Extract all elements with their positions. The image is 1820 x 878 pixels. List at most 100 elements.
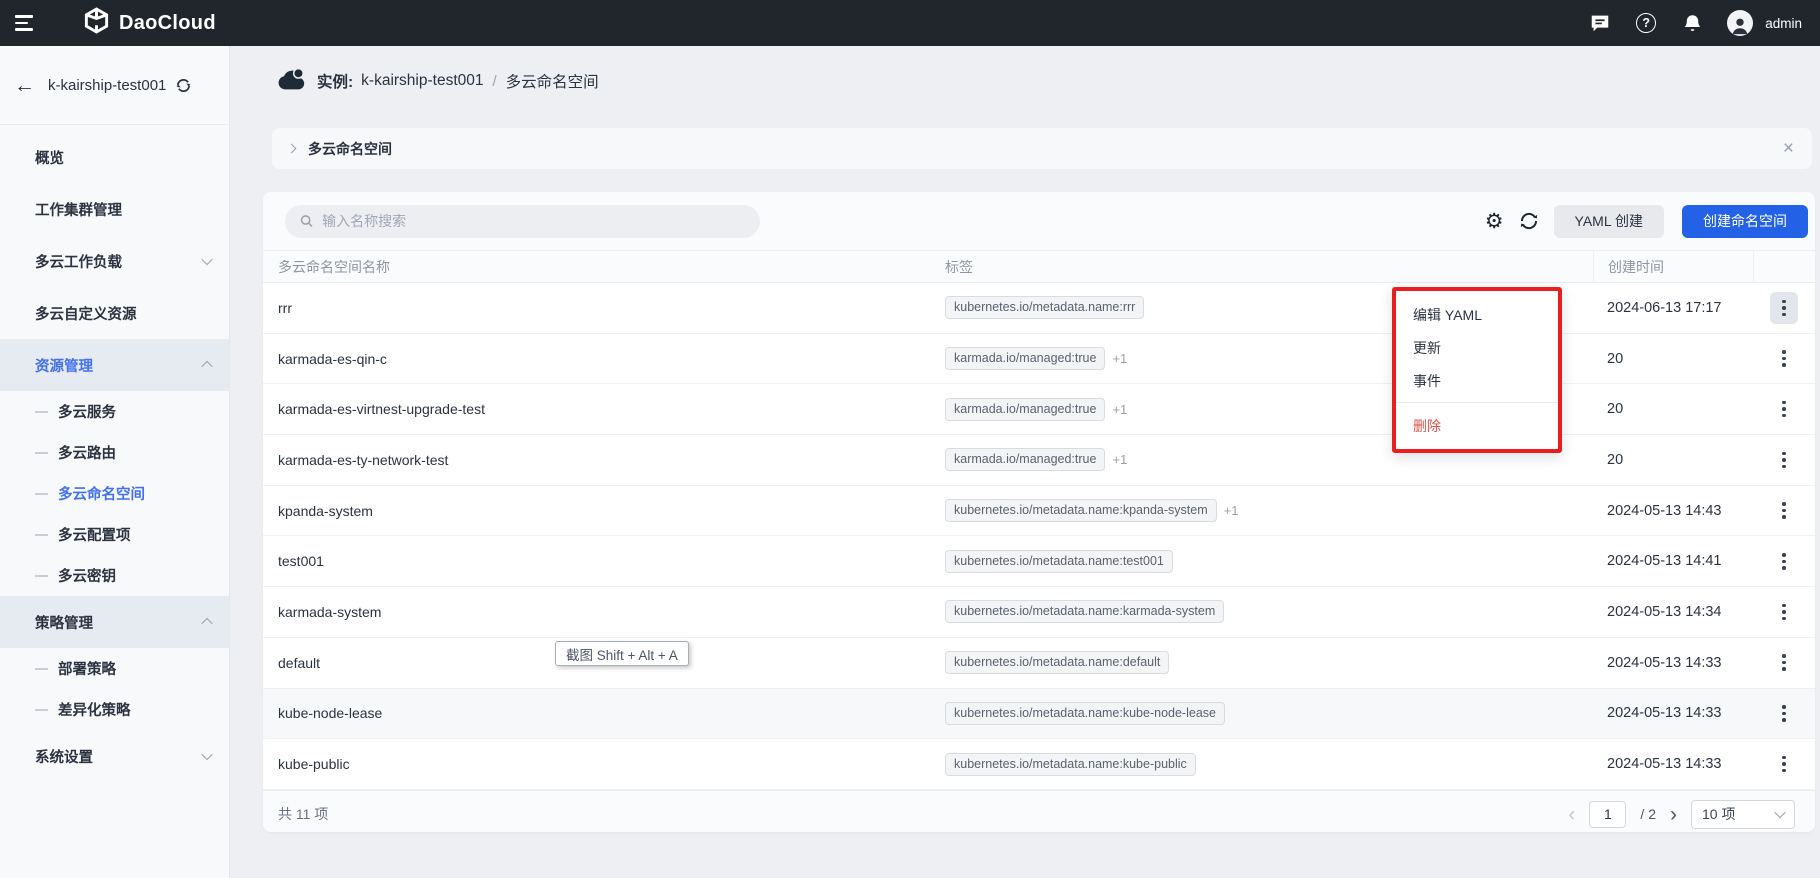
gear-icon[interactable]: ⚙ [1485, 211, 1504, 232]
row-actions-kebab-icon[interactable] [1770, 495, 1798, 527]
table-row[interactable]: karmada-es-ty-network-test karmada.io/ma… [263, 435, 1815, 486]
sidebar-item-diff-policy[interactable]: 差异化策略 [0, 689, 229, 730]
created-time: 2024-05-13 14:43 [1593, 503, 1753, 519]
search-box[interactable] [285, 205, 760, 238]
sidebar-item-cluster-mgmt[interactable]: 工作集群管理 [0, 183, 229, 235]
namespace-name[interactable]: karmada-es-virtnest-upgrade-test [263, 401, 929, 417]
chevron-up-icon [201, 618, 212, 629]
instance-name[interactable]: k-kairship-test001 [361, 72, 483, 90]
next-page-icon[interactable]: › [1670, 804, 1677, 825]
table-row[interactable]: kube-node-lease kubernetes.io/metadata.n… [263, 689, 1815, 740]
sidebar-item-routes[interactable]: 多云路由 [0, 432, 229, 473]
dash-icon [35, 709, 48, 711]
prev-page-icon[interactable]: ‹ [1568, 804, 1575, 825]
sidebar-item-configmaps[interactable]: 多云配置项 [0, 514, 229, 555]
chevron-down-icon [1774, 807, 1785, 818]
yaml-create-button[interactable]: YAML 创建 [1554, 205, 1664, 238]
sidebar-item-overview[interactable]: 概览 [0, 131, 229, 183]
namespace-name[interactable]: karmada-es-ty-network-test [263, 452, 929, 468]
sidebar-section-resource-mgmt[interactable]: 资源管理 [0, 339, 229, 391]
row-actions-kebab-icon[interactable] [1770, 343, 1798, 375]
top-bar: DaoCloud ? admin [0, 0, 1820, 46]
namespace-name[interactable]: kpanda-system [263, 503, 929, 519]
instance-label: 实例: [317, 70, 353, 92]
namespace-name[interactable]: kube-node-lease [263, 705, 929, 721]
sidebar-item-custom-resources[interactable]: 多云自定义资源 [0, 287, 229, 339]
sidebar-item-secrets[interactable]: 多云密钥 [0, 555, 229, 596]
created-time: 20 [1593, 351, 1753, 367]
row-actions-kebab-icon[interactable] [1770, 292, 1798, 324]
chevron-right-icon[interactable] [287, 144, 297, 154]
created-time: 20 [1593, 452, 1753, 468]
row-actions-kebab-icon[interactable] [1770, 444, 1798, 476]
namespace-name[interactable]: test001 [263, 553, 929, 569]
breadcrumb: 多云命名空间 × [272, 128, 1812, 169]
row-actions-kebab-icon[interactable] [1770, 697, 1798, 729]
namespace-name[interactable]: rrr [263, 300, 929, 316]
column-header-label: 标签 [929, 257, 1593, 277]
menu-item-edit-yaml[interactable]: 编辑 YAML [1396, 298, 1558, 331]
label-more-count[interactable]: +1 [1112, 351, 1127, 366]
row-actions-kebab-icon[interactable] [1770, 393, 1798, 425]
menu-item-events[interactable]: 事件 [1396, 364, 1558, 397]
hamburger-menu-icon[interactable] [15, 8, 45, 38]
sidebar-item-deploy-policy[interactable]: 部署策略 [0, 648, 229, 689]
label-more-count[interactable]: +1 [1112, 402, 1127, 417]
label-more-count[interactable]: +1 [1112, 452, 1127, 467]
row-actions-kebab-icon[interactable] [1770, 647, 1798, 679]
table-row[interactable]: kpanda-system kubernetes.io/metadata.nam… [263, 486, 1815, 537]
sidebar-item-system-settings[interactable]: 系统设置 [0, 730, 229, 782]
table-row[interactable]: karmada-es-virtnest-upgrade-test karmada… [263, 384, 1815, 435]
table-row[interactable]: rrr kubernetes.io/metadata.name:rrr 2024… [263, 283, 1815, 334]
topbar-actions: ? admin [1589, 10, 1820, 36]
sidebar-item-workloads[interactable]: 多云工作负载 [0, 235, 229, 287]
row-actions-kebab-icon[interactable] [1770, 545, 1798, 577]
page-size-select[interactable]: 10 项 [1691, 800, 1795, 829]
bell-icon[interactable] [1681, 12, 1703, 34]
label-more-count[interactable]: +1 [1224, 503, 1239, 518]
namespace-name[interactable]: karmada-system [263, 604, 929, 620]
namespace-name[interactable]: karmada-es-qin-c [263, 351, 929, 367]
brand-logo[interactable]: DaoCloud [83, 7, 216, 39]
sidebar-item-services[interactable]: 多云服务 [0, 391, 229, 432]
row-context-menu: 编辑 YAML 更新 事件 删除 [1392, 287, 1562, 453]
menu-item-delete[interactable]: 删除 [1396, 408, 1558, 444]
sidebar-section-policy-mgmt[interactable]: 策略管理 [0, 596, 229, 648]
switch-instance-icon[interactable] [175, 77, 192, 94]
table-footer: 共 11 项 ‹ / 2 › 10 项 [263, 790, 1815, 838]
sidebar-instance-name[interactable]: k-kairship-test001 [48, 77, 166, 94]
created-time: 2024-05-13 14:41 [1593, 553, 1753, 569]
sidebar: ← k-kairship-test001 概览 工作集群管理 多云工作负载 多云… [0, 46, 230, 878]
main-content: 实例: k-kairship-test001 / 多云命名空间 多云命名空间 ×… [230, 46, 1820, 878]
row-actions-kebab-icon[interactable] [1770, 748, 1798, 780]
label-chip: kubernetes.io/metadata.name:kube-node-le… [945, 702, 1225, 725]
page-number-input[interactable] [1589, 801, 1626, 828]
namespace-name[interactable]: kube-public [263, 756, 929, 772]
search-icon [299, 213, 314, 229]
table-row[interactable]: default kubernetes.io/metadata.name:defa… [263, 638, 1815, 689]
menu-item-update[interactable]: 更新 [1396, 331, 1558, 364]
help-icon[interactable]: ? [1635, 12, 1657, 34]
table-row[interactable]: test001 kubernetes.io/metadata.name:test… [263, 536, 1815, 587]
user-avatar[interactable] [1727, 10, 1753, 36]
search-input[interactable] [322, 213, 746, 229]
back-arrow-icon[interactable]: ← [14, 75, 35, 96]
chevron-up-icon [201, 361, 212, 372]
created-time: 2024-05-13 14:34 [1593, 604, 1753, 620]
daocloud-cube-icon [83, 7, 110, 39]
close-icon[interactable]: × [1783, 139, 1794, 158]
create-namespace-button[interactable]: 创建命名空间 [1682, 205, 1808, 238]
table-row[interactable]: karmada-es-qin-c karmada.io/managed:true… [263, 334, 1815, 385]
username[interactable]: admin [1765, 16, 1802, 31]
label-chip: kubernetes.io/metadata.name:default [945, 651, 1169, 674]
table-row[interactable]: karmada-system kubernetes.io/metadata.na… [263, 587, 1815, 638]
table-row[interactable]: kube-public kubernetes.io/metadata.name:… [263, 739, 1815, 790]
breadcrumb-title: 多云命名空间 [308, 139, 392, 159]
row-actions-kebab-icon[interactable] [1770, 596, 1798, 628]
message-icon[interactable] [1589, 12, 1611, 34]
label-chip: karmada.io/managed:true [945, 448, 1105, 471]
path-separator: / [493, 73, 497, 90]
sidebar-item-namespaces[interactable]: 多云命名空间 [0, 473, 229, 514]
dash-icon [35, 668, 48, 670]
refresh-icon[interactable] [1519, 211, 1539, 231]
